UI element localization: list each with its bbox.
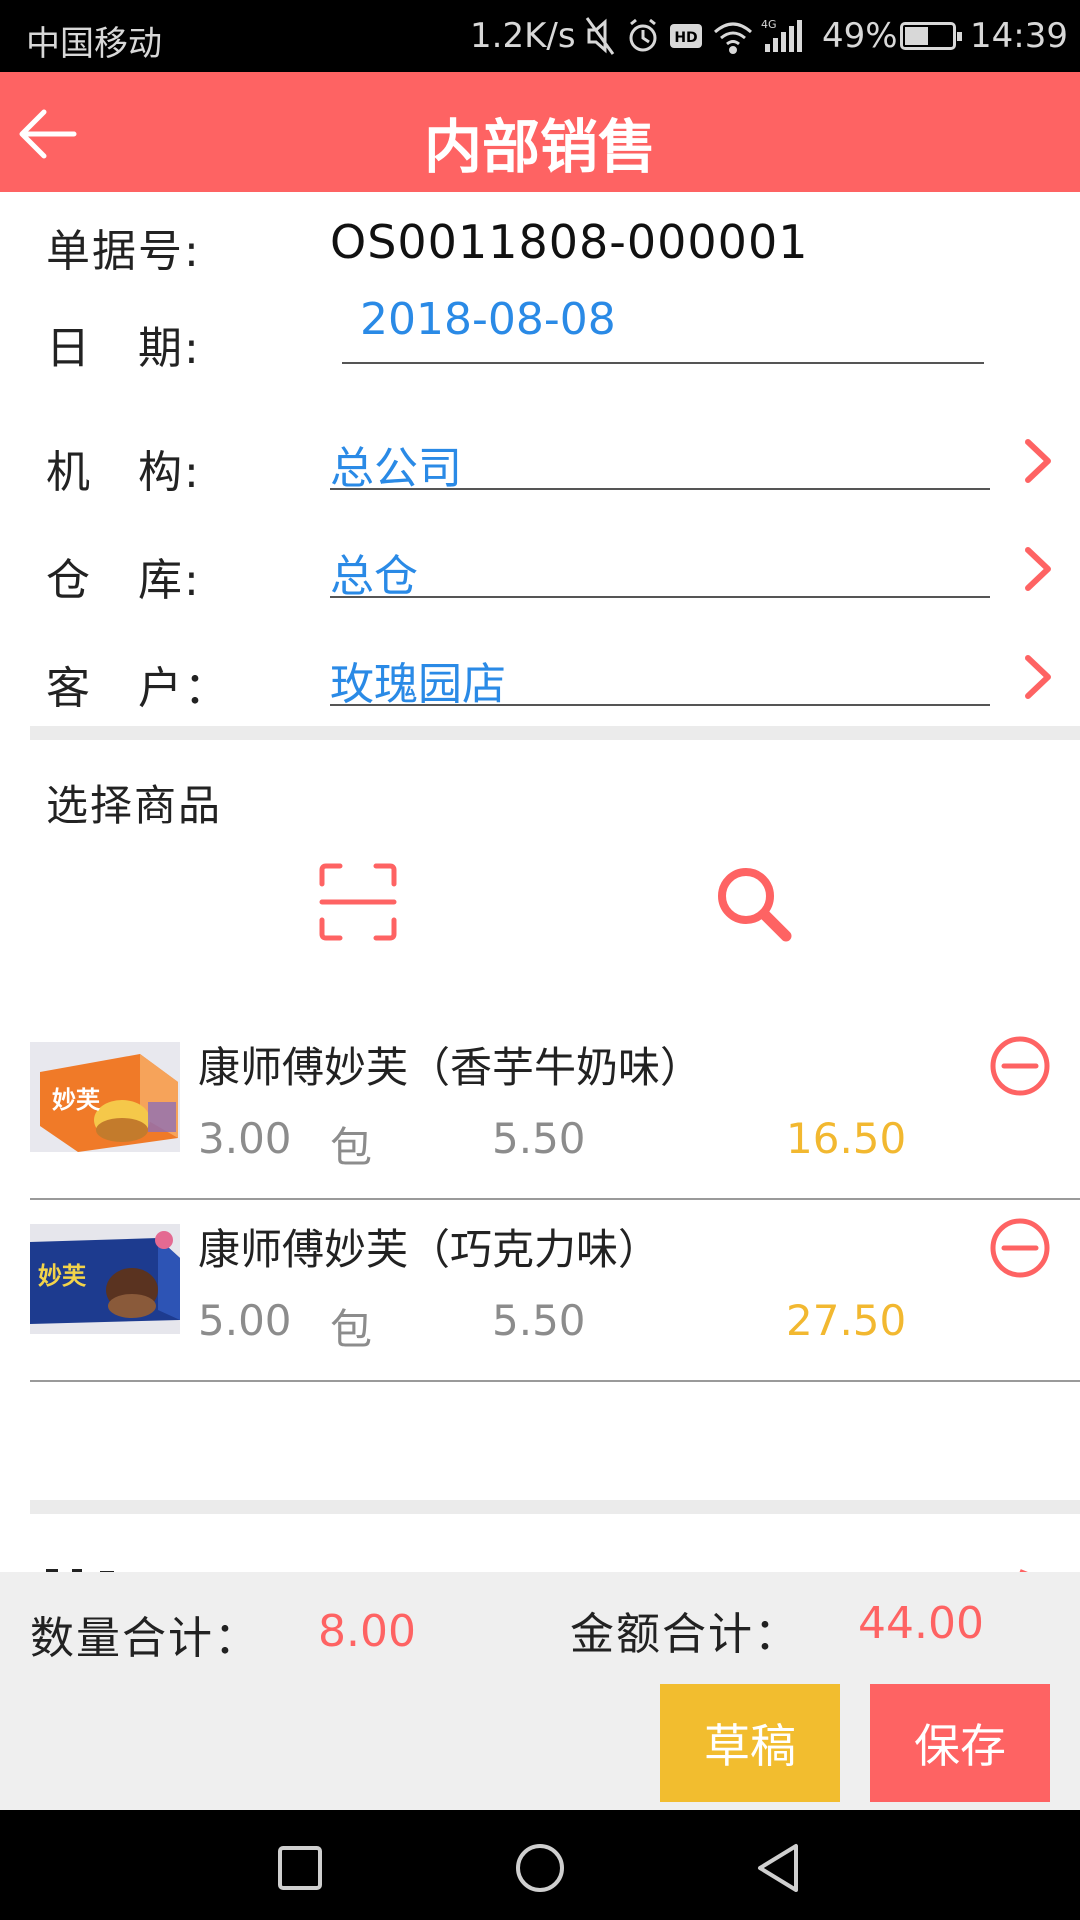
hd-icon: HD bbox=[670, 24, 702, 48]
warehouse-underline bbox=[330, 596, 990, 598]
date-label: 日 期: bbox=[46, 323, 201, 374]
cut-off-row-edge bbox=[46, 1569, 1028, 1572]
warehouse-chevron-right-icon[interactable] bbox=[1018, 544, 1058, 594]
warehouse-value: 总仓 bbox=[330, 551, 418, 602]
scan-icon[interactable] bbox=[318, 862, 398, 942]
draft-button[interactable]: 草稿 bbox=[660, 1684, 840, 1802]
goods-list-item[interactable]: 妙芙 康师傅妙芙（香芋牛奶味） 3.00 包 5.50 16.50 bbox=[30, 1022, 1080, 1200]
alarm-icon bbox=[629, 18, 657, 52]
section-divider bbox=[30, 1500, 1080, 1514]
product-name: 康师傅妙芙（巧克力味） bbox=[198, 1225, 661, 1274]
net-speed: 1.2K/s bbox=[470, 16, 576, 56]
goods-list-item[interactable]: 妙芙 康师傅妙芙（巧克力味） 5.00 包 5.50 27.50 bbox=[30, 1204, 1080, 1382]
section-divider bbox=[30, 726, 1080, 740]
page-title: 内部销售 bbox=[423, 113, 656, 181]
status-icons: HD 4G bbox=[585, 17, 802, 55]
customer-value: 玫瑰园店 bbox=[330, 659, 506, 710]
product-image: 妙芙 bbox=[30, 1224, 180, 1334]
warehouse-label: 仓 库: bbox=[46, 555, 201, 606]
remove-item-icon[interactable] bbox=[988, 1216, 1052, 1280]
amount-total-label: 金额合计： bbox=[570, 1609, 800, 1660]
search-icon[interactable] bbox=[712, 862, 796, 946]
signal-icon: 4G bbox=[761, 18, 802, 52]
summary-footer: 数量合计： 8.00 金额合计： 44.00 草稿 保存 bbox=[0, 1572, 1080, 1810]
doc-no-value: OS0011808-000001 bbox=[330, 215, 809, 269]
remove-item-icon[interactable] bbox=[988, 1034, 1052, 1098]
svg-text:HD: HD bbox=[674, 30, 697, 46]
system-nav-bar bbox=[0, 1810, 1080, 1920]
title-bar: 内部销售 bbox=[0, 72, 1080, 192]
battery-percent: 49% bbox=[822, 16, 898, 56]
product-unit: 包 bbox=[330, 1123, 373, 1172]
partial-row bbox=[0, 1560, 1080, 1572]
home-icon[interactable] bbox=[512, 1840, 568, 1896]
amount-total-value: 44.00 bbox=[858, 1598, 984, 1649]
customer-field[interactable]: 玫瑰园店 bbox=[330, 636, 990, 710]
customer-label: 客 户： bbox=[46, 663, 230, 714]
battery-icon bbox=[900, 22, 962, 50]
recent-apps-icon[interactable] bbox=[272, 1840, 328, 1896]
product-qty: 3.00 bbox=[198, 1114, 292, 1163]
qty-total-value: 8.00 bbox=[318, 1606, 416, 1657]
product-qty: 5.00 bbox=[198, 1296, 292, 1345]
product-price: 5.50 bbox=[492, 1296, 586, 1345]
org-chevron-right-icon[interactable] bbox=[1018, 436, 1058, 486]
svg-text:4G: 4G bbox=[761, 18, 777, 31]
org-label: 机 构: bbox=[46, 447, 201, 498]
product-image: 妙芙 bbox=[30, 1042, 180, 1152]
mute-icon bbox=[585, 17, 615, 55]
date-field[interactable]: 2018-08-08 bbox=[342, 290, 984, 366]
back-icon[interactable] bbox=[752, 1840, 808, 1896]
product-name: 康师傅妙芙（香芋牛奶味） bbox=[198, 1043, 703, 1092]
save-button[interactable]: 保存 bbox=[870, 1684, 1050, 1802]
svg-text:妙芙: 妙芙 bbox=[52, 1086, 101, 1114]
date-value: 2018-08-08 bbox=[360, 294, 616, 345]
org-value: 总公司 bbox=[330, 443, 462, 494]
qty-total-label: 数量合计： bbox=[30, 1613, 260, 1664]
clock: 14:39 bbox=[970, 16, 1068, 56]
customer-underline bbox=[330, 704, 990, 706]
org-underline bbox=[330, 488, 990, 490]
product-price: 5.50 bbox=[492, 1114, 586, 1163]
customer-chevron-right-icon[interactable] bbox=[1018, 652, 1058, 702]
carrier-name: 中国移动 bbox=[26, 24, 162, 64]
product-amount: 27.50 bbox=[786, 1296, 907, 1345]
svg-text:妙芙: 妙芙 bbox=[38, 1262, 87, 1290]
product-amount: 16.50 bbox=[786, 1114, 907, 1163]
doc-no-label: 单据号: bbox=[46, 226, 201, 277]
date-underline bbox=[342, 362, 984, 364]
org-field[interactable]: 总公司 bbox=[330, 420, 990, 494]
select-goods-title: 选择商品 bbox=[46, 781, 223, 830]
product-unit: 包 bbox=[330, 1305, 373, 1354]
status-bar: 中国移动 1.2K/s HD 4G 49% 14:39 bbox=[0, 0, 1080, 72]
warehouse-field[interactable]: 总仓 bbox=[330, 528, 990, 602]
wifi-icon bbox=[714, 22, 752, 54]
